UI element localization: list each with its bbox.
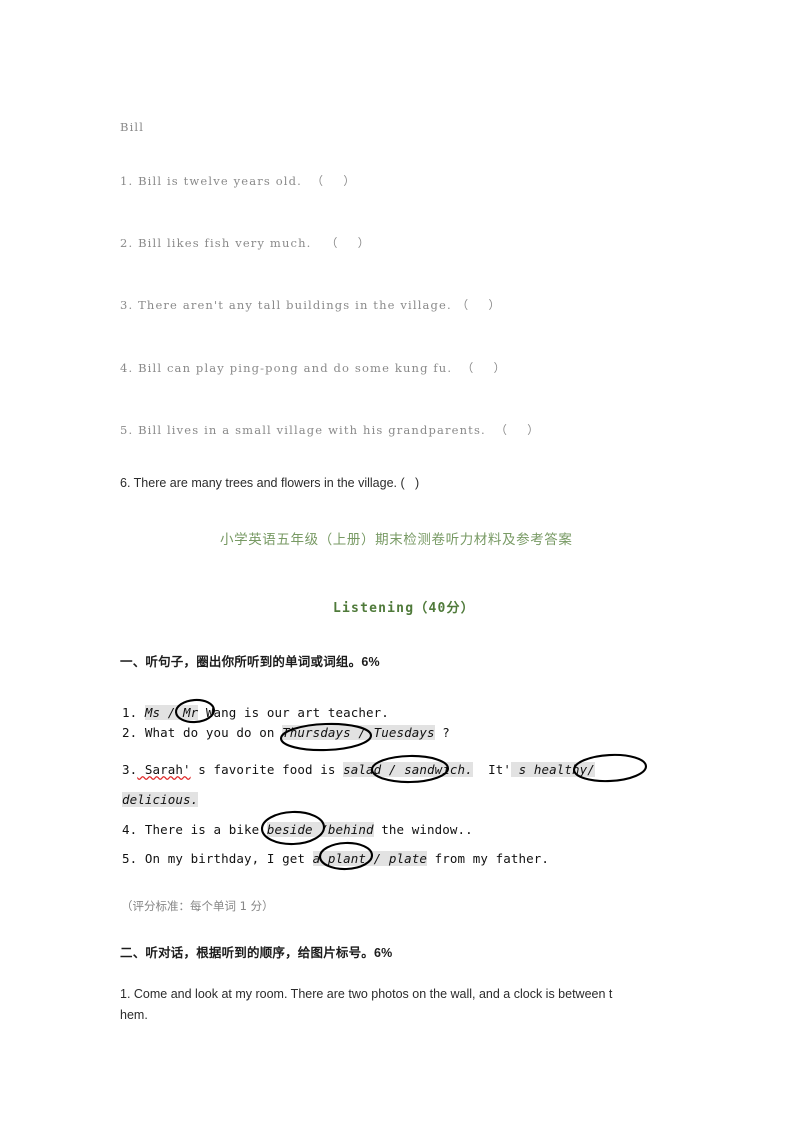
section-one-heading: 一、听句子，圈出你所听到的单词或词组。6%	[120, 651, 380, 670]
statement-4: 4. Bill can play ping-pong and do some k…	[120, 361, 507, 375]
section-two-item-1-line-1: 1. Come and look at my room. There are t…	[120, 987, 613, 1001]
name-label-bill: Bill	[120, 120, 145, 134]
answer-4-choice: beside /behind	[266, 822, 374, 837]
answer-1-pre	[137, 705, 145, 720]
answer-3-choice: salad / sandwich.	[343, 762, 473, 777]
answer-line-3-wrap: delicious.	[122, 790, 199, 810]
document-page: Bill 1. Bill is twelve years old. （ ） 2.…	[0, 0, 794, 1123]
answer-line-4: 4. There is a bike beside /behind the wi…	[122, 820, 473, 840]
answer-line-3: 3. Sarah' s favorite food is salad / san…	[122, 760, 595, 780]
answer-3-spellcheck-word: Sarah'	[137, 762, 191, 777]
answer-5-post: from my father.	[427, 851, 550, 866]
answer-1-number: 1.	[122, 705, 138, 720]
document-title-cn: 小学英语五年级（上册）期末检测卷听力材料及参考答案	[220, 532, 573, 547]
section-two-item-1-line-2: hem.	[120, 1008, 148, 1022]
section-one-score: 6%	[361, 655, 380, 669]
scoring-note: （评分标准：每个单词 1 分）	[121, 899, 274, 913]
answer-3-number: 3.	[122, 762, 138, 777]
listening-heading: Listening（40分）	[333, 601, 475, 616]
statement-6: 6. There are many trees and flowers in t…	[120, 476, 420, 490]
answer-3-choice-2: s healthy/	[510, 762, 595, 777]
section-two-heading: 二、听对话，根据听到的顺序，给图片标号。6%	[120, 942, 392, 961]
answer-2-pre: What do you do on	[137, 725, 283, 740]
answer-line-1: 1. Ms / Mr Wang is our art teacher.	[122, 703, 389, 723]
answer-2-number: 2.	[122, 725, 138, 740]
answer-2-choice: Thursdays / Tuesdays	[282, 725, 435, 740]
answer-3-mid: It'	[472, 762, 511, 777]
section-two-heading-text: 二、听对话，根据听到的顺序，给图片标号。	[120, 945, 375, 960]
section-two-score: 6%	[374, 946, 393, 960]
statement-1: 1. Bill is twelve years old. （ ）	[120, 174, 357, 188]
answer-line-5: 5. On my birthday, I get a plant / plate…	[122, 849, 549, 869]
section-one-heading-text: 一、听句子，圈出你所听到的单词或词组。	[120, 654, 362, 669]
answer-4-number: 4.	[122, 822, 138, 837]
answer-5-pre: On my birthday, I get	[137, 851, 313, 866]
answer-1-choice: Ms / Mr	[144, 705, 199, 720]
answer-4-post: the window..	[373, 822, 473, 837]
answer-4-pre: There is a bike	[137, 822, 267, 837]
answer-5-choice: a plant / plate	[312, 851, 428, 866]
answer-3-pre2: s favorite food is	[190, 762, 344, 777]
answer-3-wrap-text: delicious.	[122, 792, 199, 807]
answer-5-number: 5.	[122, 851, 138, 866]
answer-2-post: ?	[434, 725, 450, 740]
statement-5: 5. Bill lives in a small village with hi…	[120, 423, 540, 437]
answer-1-post: Wang is our art teacher.	[198, 705, 389, 720]
answer-line-2: 2. What do you do on Thursdays / Tuesday…	[122, 723, 450, 743]
statement-3: 3. There aren't any tall buildings in th…	[120, 298, 502, 312]
statement-2: 2. Bill likes fish very much. （ ）	[120, 236, 371, 250]
